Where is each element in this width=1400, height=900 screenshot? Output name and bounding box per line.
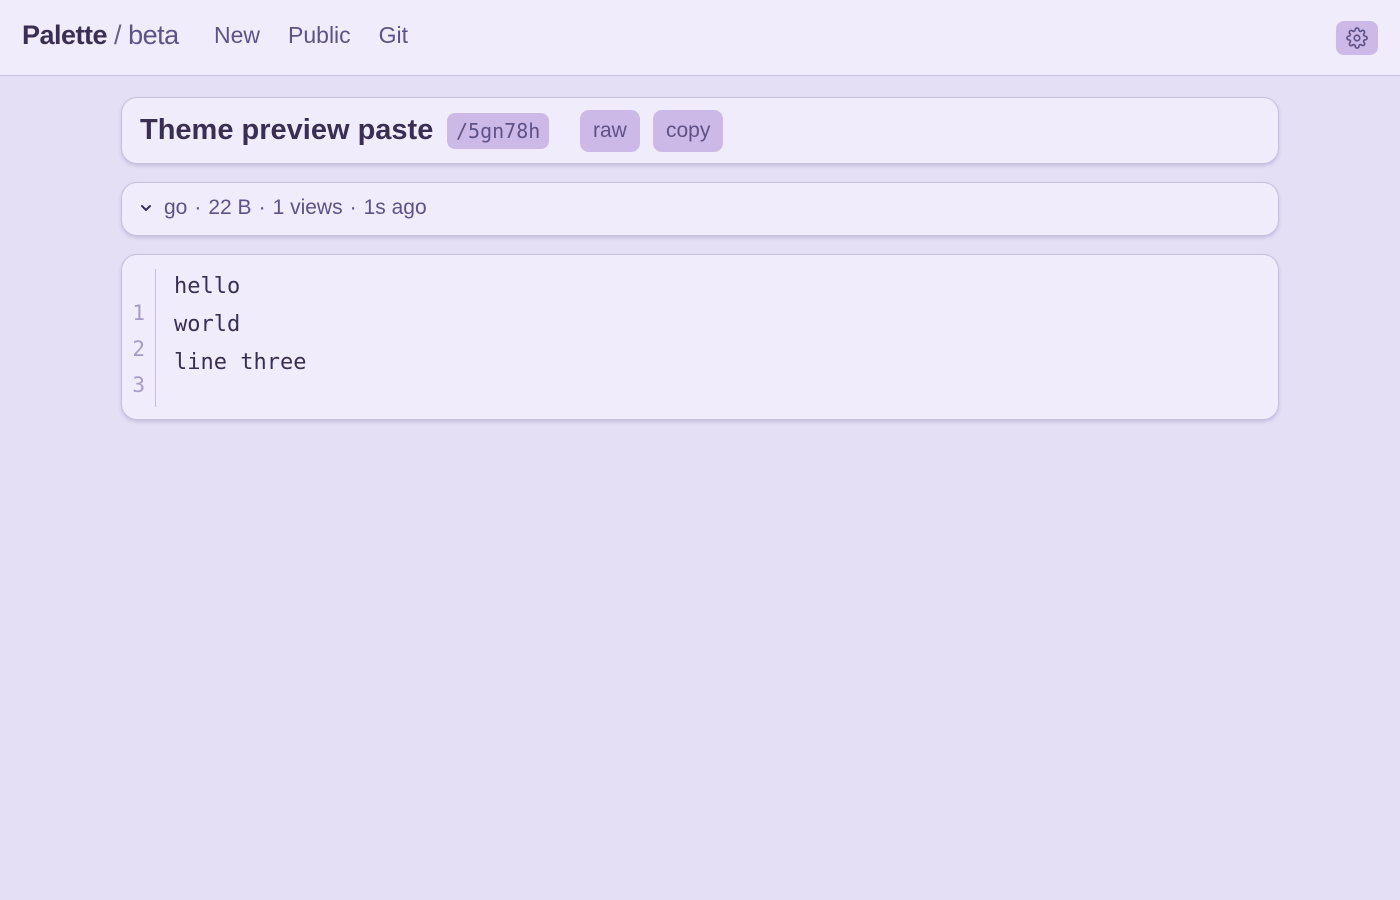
meta-separator: · (194, 196, 202, 219)
chevron-down-icon[interactable] (138, 200, 154, 216)
line-number-gutter: 1 2 3 (122, 269, 156, 407)
paste-meta-row[interactable]: go · 22 B · 1 views · 1s ago (138, 196, 427, 220)
raw-button[interactable]: raw (580, 110, 640, 152)
meta-age: 1s ago (363, 196, 427, 219)
brand-separator: / (114, 20, 122, 50)
line-number: 2 (132, 337, 145, 361)
paste-meta-card[interactable]: go · 22 B · 1 views · 1s ago (121, 182, 1279, 236)
copy-button[interactable]: copy (653, 110, 724, 152)
meta-separator: · (349, 196, 357, 219)
paste-slug[interactable]: /5gn78h (447, 113, 550, 149)
paste-title: Theme preview paste (140, 114, 434, 146)
meta-separator: · (258, 196, 266, 219)
main-nav: New Public Git (214, 22, 408, 49)
paste-header-card: Theme preview paste /5gn78h raw copy (121, 97, 1279, 164)
brand[interactable]: Palette / beta (22, 20, 179, 56)
code-line: line three (174, 350, 307, 375)
line-number: 3 (132, 373, 145, 397)
meta-size: 22 B (208, 196, 252, 219)
brand-tag: beta (128, 20, 179, 50)
meta-views: 1 views (272, 196, 343, 219)
meta-language: go (164, 196, 188, 219)
code-viewer: 1 2 3 hello world line three (121, 254, 1279, 420)
nav-new[interactable]: New (214, 22, 260, 49)
code-line: world (174, 312, 241, 337)
top-bar: Palette / beta New Public Git (0, 0, 1400, 76)
nav-git[interactable]: Git (379, 22, 408, 49)
line-number: 1 (132, 301, 145, 325)
brand-name[interactable]: Palette (22, 20, 108, 51)
code-line: hello (174, 274, 241, 299)
settings-button[interactable] (1336, 21, 1378, 55)
nav-public[interactable]: Public (288, 22, 351, 49)
gear-icon (1346, 27, 1368, 49)
